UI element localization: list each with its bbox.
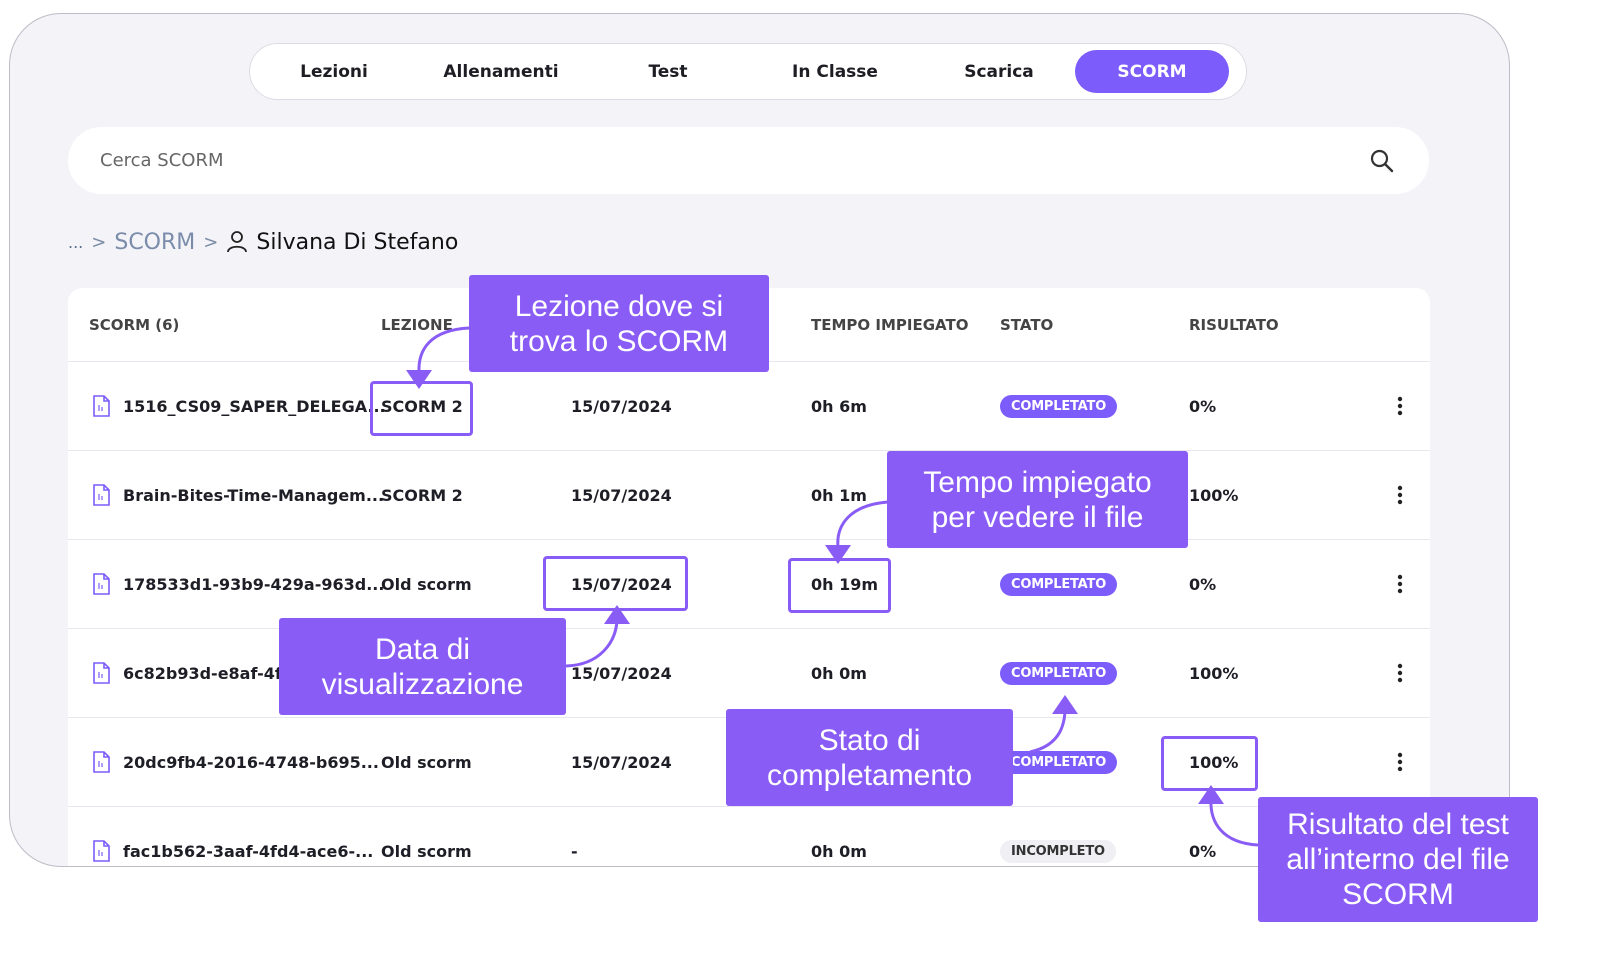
- cell-data: 15/07/2024: [571, 752, 672, 772]
- header-risultato[interactable]: RISULTATO: [1189, 316, 1279, 334]
- row-actions: [1388, 540, 1412, 628]
- scorm-name: 6c82b93d-e8af-4f: [123, 663, 282, 683]
- status-badge: COMPLETATO: [1000, 661, 1118, 685]
- cell-tempo: 0h 19m: [811, 574, 879, 594]
- kebab-menu-icon[interactable]: [1388, 569, 1412, 599]
- file-icon: [92, 840, 110, 862]
- kebab-menu-icon[interactable]: [1388, 391, 1412, 421]
- breadcrumb-ellipsis[interactable]: ...: [68, 233, 83, 252]
- scorm-name: Brain-Bites-Time-Managem...: [123, 485, 385, 505]
- cell-tempo: 0h 1m: [811, 485, 867, 505]
- cell-tempo: 0h 6m: [811, 396, 867, 416]
- search-bar: [68, 127, 1429, 194]
- cell-scorm-name[interactable]: 178533d1-93b9-429a-963d...: [92, 540, 384, 628]
- cell-lezione: Old scorm: [381, 841, 472, 861]
- tab-test[interactable]: Test: [589, 50, 747, 93]
- cell-scorm-name[interactable]: 1516_CS09_SAPER_DELEGA...: [92, 362, 386, 450]
- cell-scorm-name[interactable]: fac1b562-3aaf-4fd4-ace6-...: [92, 807, 374, 866]
- user-icon: [226, 230, 248, 254]
- status-badge: COMPLETATO: [1000, 750, 1118, 774]
- header-scorm[interactable]: SCORM (6): [89, 316, 179, 334]
- cell-lezione: Old scorm: [381, 574, 472, 594]
- cell-scorm-name[interactable]: 6c82b93d-e8af-4f: [92, 629, 282, 717]
- header-lezione[interactable]: LEZIONE: [381, 316, 453, 334]
- cell-scorm-name[interactable]: Brain-Bites-Time-Managem...: [92, 451, 384, 539]
- breadcrumb-scorm-link[interactable]: SCORM: [114, 230, 195, 255]
- cell-scorm-name[interactable]: 20dc9fb4-2016-4748-b695...: [92, 718, 379, 806]
- breadcrumb: ... > SCORM > Silvana Di Stefano: [68, 226, 458, 258]
- cell-stato: COMPLETATO: [1000, 718, 1118, 806]
- callout-risultato: Risultato del test all’interno del file …: [1258, 797, 1538, 922]
- tab-in-classe[interactable]: In Classe: [747, 50, 923, 93]
- row-actions: [1388, 718, 1412, 806]
- cell-lezione: SCORM 2: [381, 396, 463, 416]
- kebab-menu-icon[interactable]: [1388, 480, 1412, 510]
- cell-data: 15/07/2024: [571, 574, 672, 594]
- table-row[interactable]: Brain-Bites-Time-Managem... SCORM 2 15/07/…: [68, 451, 1430, 540]
- row-actions: [1388, 451, 1412, 539]
- cell-risultato: 100%: [1189, 663, 1239, 683]
- scorm-name: 1516_CS09_SAPER_DELEGA...: [123, 396, 386, 416]
- scorm-name: 178533d1-93b9-429a-963d...: [123, 574, 385, 594]
- tab-allenamenti[interactable]: Allenamenti: [413, 50, 589, 93]
- cell-data: 15/07/2024: [571, 663, 672, 683]
- header-tempo-impiegato[interactable]: TEMPO IMPIEGATO: [811, 316, 968, 334]
- file-icon: [92, 751, 110, 773]
- callout-lezione: Lezione dove si trova lo SCORM: [469, 275, 769, 372]
- breadcrumb-current-user: Silvana Di Stefano: [256, 229, 459, 255]
- tab-bar: Lezioni Allenamenti Test In Classe Scari…: [249, 43, 1247, 100]
- cell-lezione: Old scorm: [381, 752, 472, 772]
- cell-stato: COMPLETATO: [1000, 629, 1118, 717]
- cell-risultato: 100%: [1189, 485, 1239, 505]
- cell-stato: COMPLETATO: [1000, 540, 1118, 628]
- file-icon: [92, 484, 110, 506]
- cell-tempo: 0h 0m: [811, 841, 867, 861]
- cell-lezione: SCORM 2: [381, 485, 463, 505]
- file-icon: [92, 395, 110, 417]
- row-actions: [1388, 629, 1412, 717]
- callout-tempo: Tempo impiegato per vedere il file: [887, 451, 1188, 548]
- cell-data: 15/07/2024: [571, 485, 672, 505]
- callout-stato: Stato di completamento: [726, 709, 1013, 806]
- scorm-name: 20dc9fb4-2016-4748-b695...: [123, 752, 379, 772]
- cell-risultato: 0%: [1189, 574, 1217, 594]
- scorm-name: fac1b562-3aaf-4fd4-ace6-...: [123, 841, 374, 861]
- file-icon: [92, 573, 110, 595]
- kebab-menu-icon[interactable]: [1388, 747, 1412, 777]
- table-row[interactable]: 6c82b93d-e8af-4fOld scorm15/07/20240h 0m…: [68, 629, 1430, 718]
- table-row[interactable]: 178533d1-93b9-429a-963d... Old scorm 15/07…: [68, 540, 1430, 629]
- table-row[interactable]: fac1b562-3aaf-4fd4-ace6-... Old scorm - 0h …: [68, 807, 1430, 866]
- cell-data: 15/07/2024: [571, 396, 672, 416]
- tab-scorm[interactable]: SCORM: [1075, 50, 1229, 93]
- tab-scarica[interactable]: Scarica: [923, 50, 1075, 93]
- status-badge: COMPLETATO: [1000, 572, 1118, 596]
- cell-risultato: 0%: [1189, 841, 1217, 861]
- tab-lezioni[interactable]: Lezioni: [255, 50, 413, 93]
- cell-data: -: [571, 841, 578, 861]
- search-input[interactable]: [100, 150, 1367, 171]
- cell-risultato: 100%: [1189, 752, 1239, 772]
- kebab-menu-icon[interactable]: [1388, 658, 1412, 688]
- header-stato[interactable]: STATO: [1000, 316, 1053, 334]
- table-row[interactable]: 1516_CS09_SAPER_DELEGA... SCORM 2 15/07/20…: [68, 362, 1430, 451]
- status-badge: COMPLETATO: [1000, 394, 1118, 418]
- cell-risultato: 0%: [1189, 396, 1217, 416]
- breadcrumb-separator: >: [91, 231, 107, 253]
- file-icon: [92, 662, 110, 684]
- cell-stato: INCOMPLETO: [1000, 807, 1116, 866]
- status-badge: INCOMPLETO: [1000, 839, 1116, 863]
- callout-data: Data di visualizzazione: [279, 618, 566, 715]
- breadcrumb-separator: >: [203, 231, 219, 253]
- search-icon[interactable]: [1367, 146, 1397, 176]
- cell-tempo: 0h 0m: [811, 663, 867, 683]
- row-actions: [1388, 362, 1412, 450]
- cell-stato: COMPLETATO: [1000, 362, 1118, 450]
